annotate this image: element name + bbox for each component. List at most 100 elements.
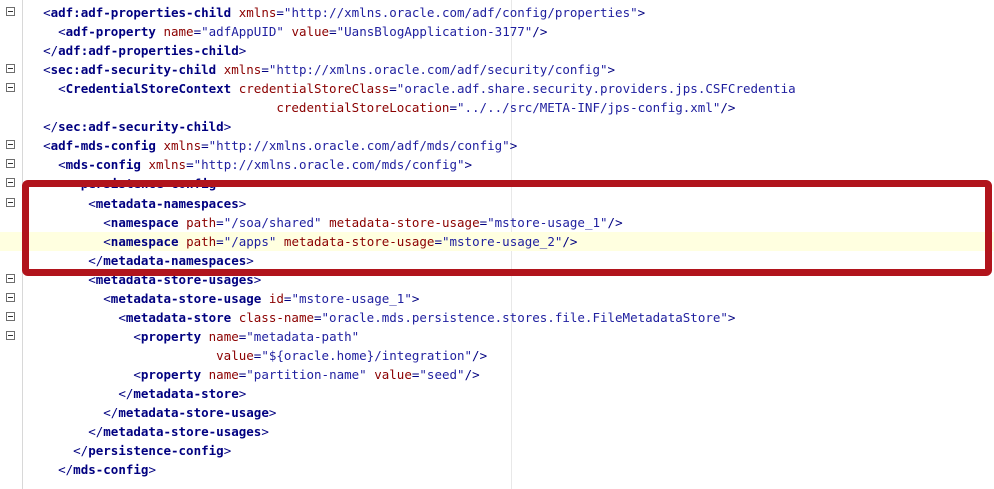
code-token: /> bbox=[532, 24, 548, 40]
code-token: property bbox=[140, 328, 202, 344]
code-token: = bbox=[193, 24, 202, 40]
code-line[interactable]: </persistence-config> bbox=[0, 441, 994, 460]
code-token: < bbox=[133, 328, 141, 344]
code-token: > bbox=[246, 252, 254, 268]
code-token: < bbox=[43, 5, 51, 20]
code-line[interactable]: </metadata-store-usages> bbox=[0, 422, 994, 441]
code-token: CredentialStoreContext bbox=[65, 81, 232, 97]
fold-toggle-icon[interactable] bbox=[6, 311, 15, 321]
code-line[interactable]: </metadata-namespaces> bbox=[0, 251, 994, 270]
code-token: /> bbox=[472, 347, 488, 363]
code-token: "../../src/META-INF/jps-config.xml" bbox=[456, 100, 721, 116]
code-line[interactable]: <metadata-store-usage id="mstore-usage_1… bbox=[0, 289, 994, 308]
fold-toggle-icon[interactable] bbox=[6, 83, 15, 93]
code-token: > bbox=[411, 290, 420, 306]
code-token: </ bbox=[43, 119, 59, 135]
code-token: > bbox=[223, 119, 232, 135]
code-line[interactable]: </adf:adf-properties-child> bbox=[0, 41, 994, 60]
code-token: > bbox=[238, 195, 247, 211]
code-token: "oracle.mds.persistence.stores.file.File… bbox=[321, 309, 728, 325]
code-text: credentialStoreLocation="../../src/META-… bbox=[28, 98, 735, 117]
code-text: </metadata-store-usage> bbox=[28, 403, 276, 422]
code-token: = bbox=[449, 100, 457, 116]
fold-toggle-icon[interactable] bbox=[6, 140, 15, 150]
code-line[interactable]: <CredentialStoreContext credentialStoreC… bbox=[0, 79, 994, 98]
code-token: "http://xmlns.oracle.com/mds/config" bbox=[193, 157, 465, 173]
code-text: </adf:adf-properties-child> bbox=[28, 41, 246, 60]
code-token: value bbox=[374, 366, 412, 382]
code-line[interactable]: <adf:adf-properties-child xmlns="http://… bbox=[0, 3, 994, 22]
code-text: <adf-property name="adfAppUID" value="Ua… bbox=[28, 22, 547, 41]
code-token: </ bbox=[88, 252, 104, 268]
code-line[interactable]: <metadata-store-usages> bbox=[0, 270, 994, 289]
fold-toggle-icon[interactable] bbox=[6, 292, 15, 302]
code-text: <CredentialStoreContext credentialStoreC… bbox=[28, 79, 796, 98]
code-line[interactable]: <metadata-store class-name="oracle.mds.p… bbox=[0, 308, 994, 327]
code-token: value bbox=[291, 24, 330, 40]
code-line[interactable]: <adf-mds-config xmlns="http://xmlns.orac… bbox=[0, 136, 994, 155]
code-token: name bbox=[208, 366, 239, 382]
code-line[interactable]: </mds-config> bbox=[0, 460, 994, 479]
code-token: > bbox=[238, 43, 247, 59]
code-token: id bbox=[268, 290, 284, 306]
code-token: xmlns bbox=[238, 5, 277, 20]
code-token: credentialStoreClass bbox=[238, 81, 390, 97]
code-token: credentialStoreLocation bbox=[276, 100, 450, 116]
code-line[interactable]: <property name="partition-name" value="s… bbox=[0, 365, 994, 384]
code-editor[interactable]: <adf:adf-properties-child xmlns="http://… bbox=[0, 0, 994, 489]
code-token: < bbox=[73, 176, 81, 192]
code-token: < bbox=[118, 309, 126, 325]
code-line[interactable]: </metadata-store> bbox=[0, 384, 994, 403]
code-token: "mstore-usage_1" bbox=[291, 290, 412, 306]
code-line[interactable]: <property name="metadata-path" bbox=[0, 327, 994, 346]
code-token: > bbox=[509, 138, 518, 154]
code-text: <persistence-config> bbox=[28, 174, 224, 193]
code-line[interactable]: </metadata-store-usage> bbox=[0, 403, 994, 422]
code-line[interactable]: <metadata-namespaces> bbox=[0, 194, 994, 213]
fold-toggle-icon[interactable] bbox=[6, 159, 15, 169]
code-line[interactable]: <sec:adf-security-child xmlns="http://xm… bbox=[0, 60, 994, 79]
code-token: metadata-store-usage bbox=[118, 405, 269, 421]
code-token: "UansBlogApplication-3177" bbox=[336, 24, 533, 40]
code-token: name bbox=[163, 24, 194, 40]
code-token: < bbox=[58, 24, 66, 40]
code-line[interactable]: <mds-config xmlns="http://xmlns.oracle.c… bbox=[0, 155, 994, 174]
code-token: adf:adf-properties-child bbox=[50, 5, 232, 20]
code-token: adf:adf-properties-child bbox=[58, 43, 239, 59]
code-line[interactable]: <namespace path="/soa/shared" metadata-s… bbox=[0, 213, 994, 232]
code-token: "${oracle.home}/integration" bbox=[261, 347, 473, 363]
code-line[interactable]: credentialStoreLocation="../../src/META-… bbox=[0, 98, 994, 117]
code-token: < bbox=[133, 366, 141, 382]
code-token: = bbox=[434, 233, 442, 249]
code-token: </ bbox=[118, 386, 134, 401]
code-token: = bbox=[186, 157, 194, 173]
code-line[interactable]: <adf-property name="adfAppUID" value="Ua… bbox=[0, 22, 994, 41]
fold-toggle-icon[interactable] bbox=[6, 273, 15, 283]
code-text: <property name="partition-name" value="s… bbox=[28, 365, 480, 384]
code-line[interactable]: value="${oracle.home}/integration"/> bbox=[0, 346, 994, 365]
code-line[interactable]: <namespace path="/apps" metadata-store-u… bbox=[0, 231, 994, 251]
fold-toggle-icon[interactable] bbox=[6, 178, 15, 188]
code-text: <namespace path="/soa/shared" metadata-s… bbox=[28, 213, 622, 232]
fold-toggle-icon[interactable] bbox=[6, 330, 15, 340]
code-token: = bbox=[479, 214, 488, 230]
code-line[interactable]: </sec:adf-security-child> bbox=[0, 117, 994, 136]
fold-toggle-icon[interactable] bbox=[6, 7, 15, 16]
code-token: /> bbox=[464, 366, 480, 382]
code-token: persistence-config bbox=[80, 176, 217, 192]
fold-toggle-icon[interactable] bbox=[6, 64, 15, 74]
code-token: metadata-namespaces bbox=[103, 252, 247, 268]
code-text: <property name="metadata-path" bbox=[28, 327, 359, 346]
code-token: metadata-store-usages bbox=[103, 424, 262, 440]
code-token: /> bbox=[720, 100, 736, 116]
fold-toggle-icon[interactable] bbox=[6, 197, 15, 207]
code-line[interactable]: <persistence-config> bbox=[0, 174, 994, 193]
code-token: = bbox=[261, 62, 269, 78]
code-token: "/apps" bbox=[223, 233, 277, 249]
code-text: <metadata-store class-name="oracle.mds.p… bbox=[28, 308, 735, 327]
